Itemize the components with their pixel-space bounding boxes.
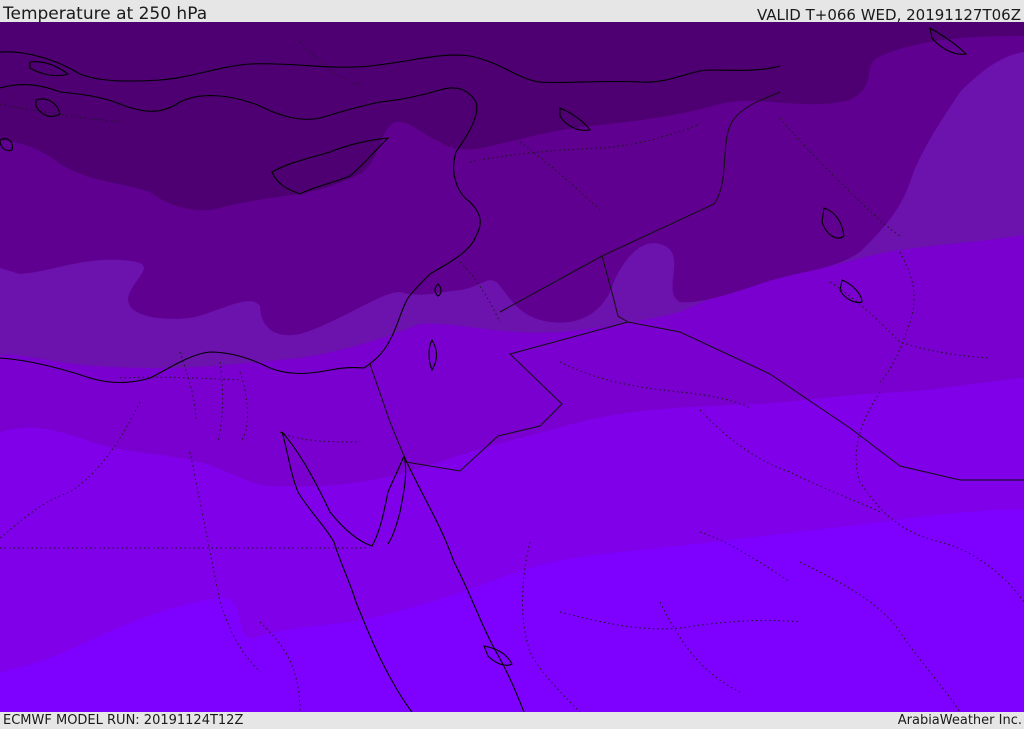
temperature-field-map bbox=[0, 22, 1024, 712]
model-run-label: ECMWF MODEL RUN: 20191124T12Z bbox=[3, 713, 244, 728]
footer-bar: ECMWF MODEL RUN: 20191124T12Z ArabiaWeat… bbox=[0, 712, 1024, 729]
map-title: Temperature at 250 hPa bbox=[3, 4, 208, 24]
header-bar: Temperature at 250 hPa VALID T+066 WED, … bbox=[0, 0, 1024, 24]
credit-label: ArabiaWeather Inc. bbox=[897, 713, 1022, 728]
weather-map-frame: Temperature at 250 hPa VALID T+066 WED, … bbox=[0, 0, 1024, 729]
map-canvas[interactable] bbox=[0, 22, 1024, 712]
